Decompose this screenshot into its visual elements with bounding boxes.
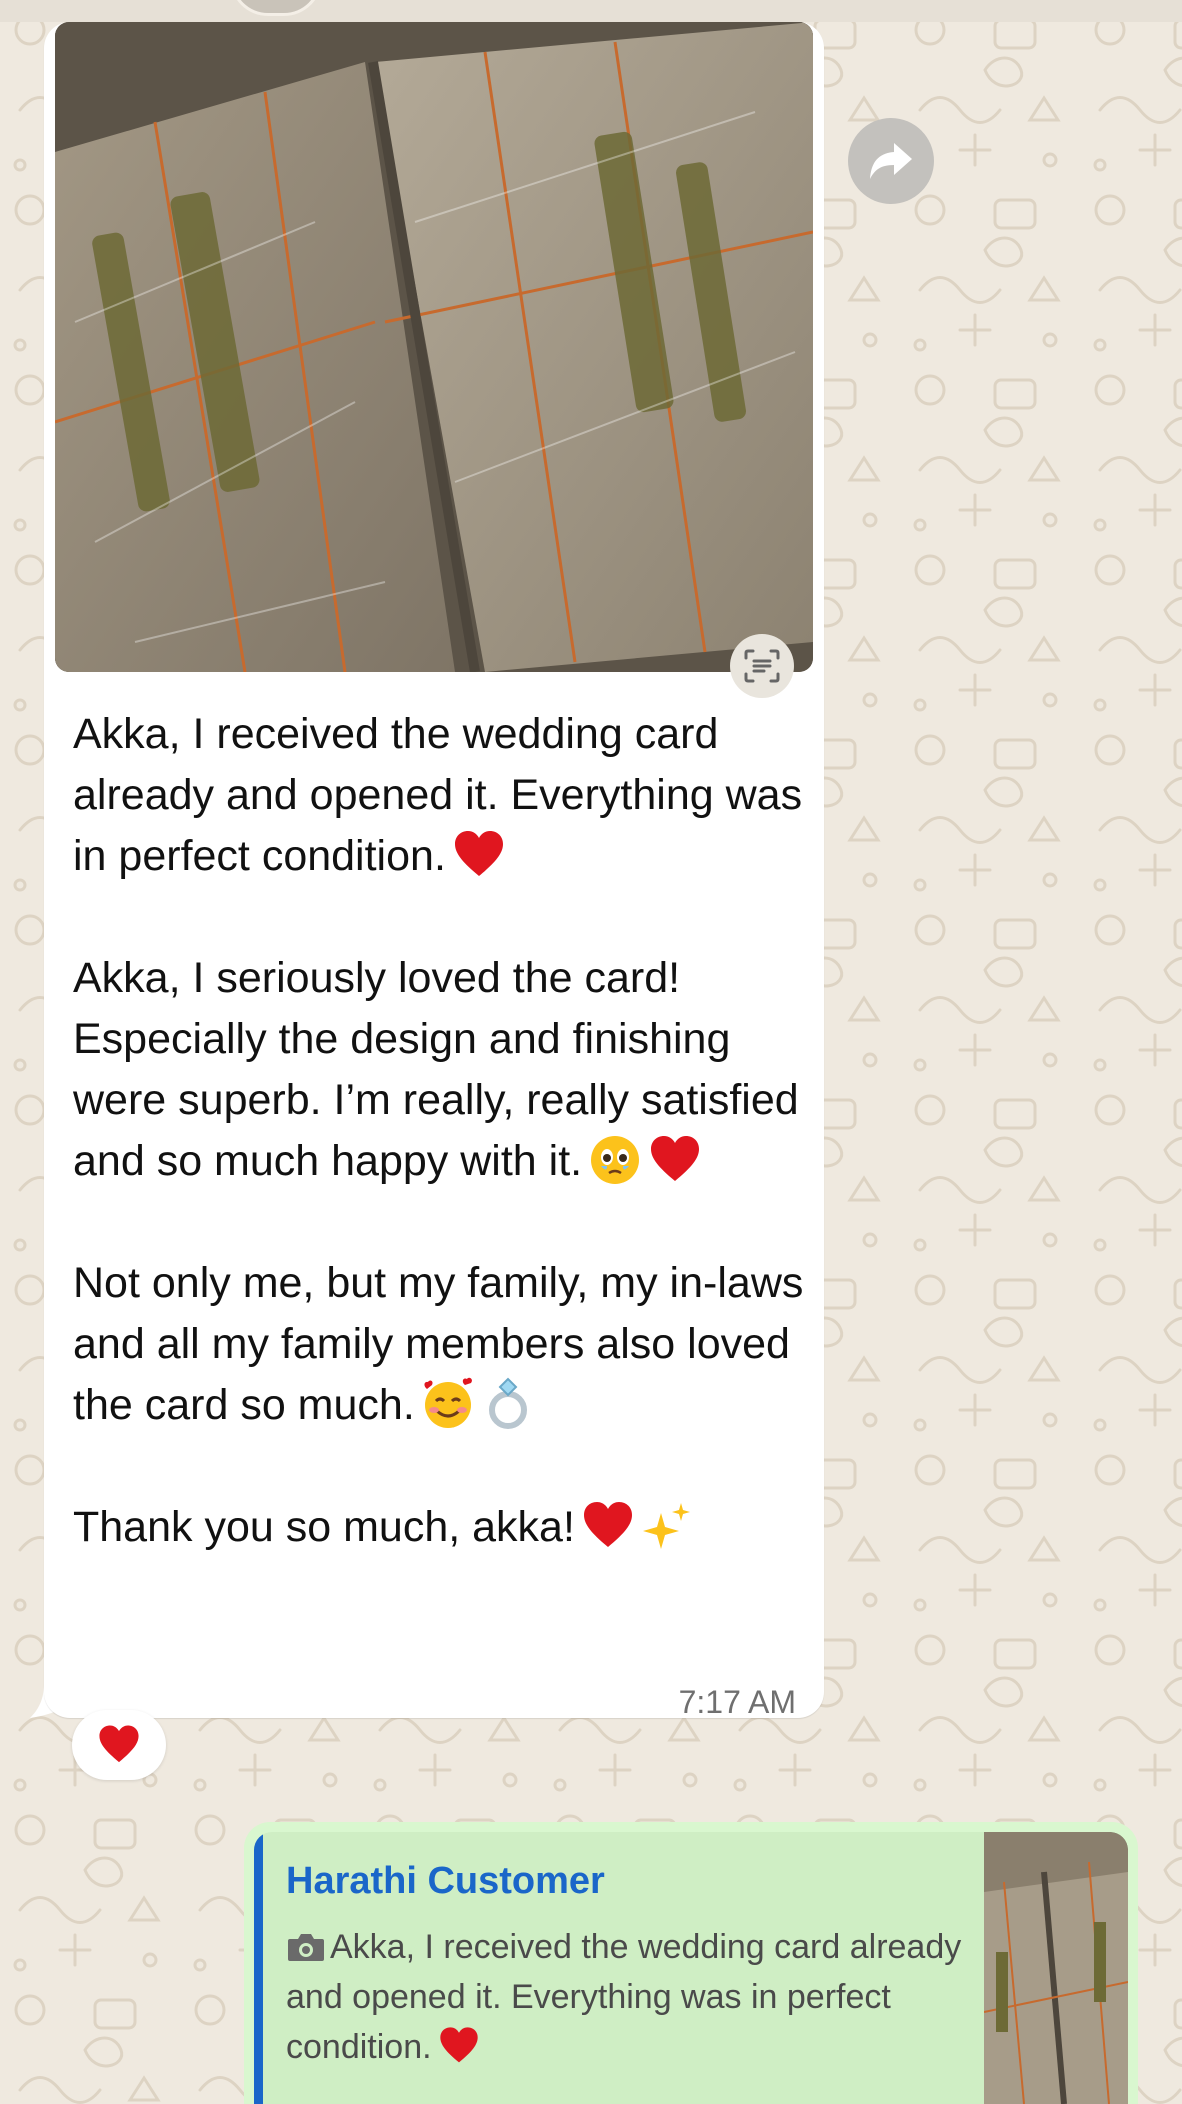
quoted-author: Harathi Customer [286, 1860, 605, 1902]
red-heart-icon [439, 2027, 478, 2063]
live-text-icon [744, 649, 780, 683]
face-holding-back-tears-icon [588, 1133, 642, 1187]
red-heart-icon [581, 1499, 635, 1553]
reaction-badge[interactable] [72, 1710, 166, 1780]
message-timestamp: 7:17 AM [678, 1684, 796, 1720]
forward-arrow-icon [870, 143, 912, 179]
red-heart-icon [648, 1133, 702, 1187]
quoted-photo-thumbnail [984, 1832, 1128, 2104]
wedding-card-photo[interactable] [55, 22, 813, 672]
message-paragraph-4: Thank you so much, akka! [73, 1497, 813, 1558]
quoted-message[interactable]: Harathi Customer Akka, I received the we… [254, 1832, 1128, 2104]
red-heart-icon [452, 828, 506, 882]
forward-button[interactable] [848, 118, 934, 204]
camera-icon [288, 1934, 324, 1961]
ring-icon [481, 1377, 535, 1431]
live-text-button[interactable] [730, 634, 794, 698]
message-paragraph-1: Akka, I received the wedding card alread… [73, 710, 803, 882]
red-heart-icon [99, 1725, 139, 1763]
quote-accent-bar [254, 1832, 263, 2104]
incoming-message-bubble[interactable]: Akka, I received the wedding card alread… [44, 22, 824, 1720]
smiling-face-with-hearts-icon [421, 1377, 475, 1431]
top-strip [0, 0, 1182, 22]
outgoing-message-bubble[interactable]: Harathi Customer Akka, I received the we… [244, 1822, 1138, 2104]
sparkles-icon [641, 1499, 695, 1553]
message-text: Akka, I received the wedding card alread… [73, 704, 813, 1558]
quoted-text: Akka, I received the wedding card alread… [286, 1928, 962, 2066]
message-paragraph-3: Not only me, but my family, my in-laws a… [73, 1259, 804, 1431]
message-paragraph-2: Akka, I seriously loved the card! Especi… [73, 954, 799, 1187]
